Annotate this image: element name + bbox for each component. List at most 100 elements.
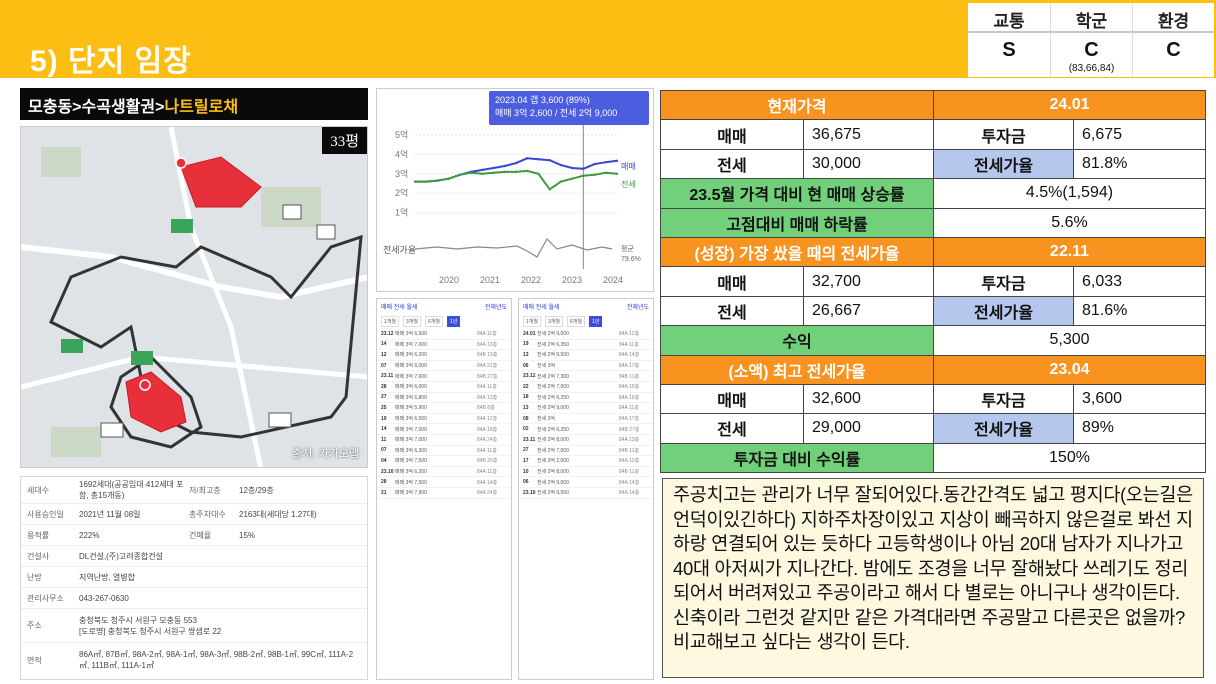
growth-jeonse-value: 26,667 (803, 295, 934, 327)
period-tab[interactable]: 3개월 (544, 316, 563, 327)
period-tab-active[interactable]: 1년 (446, 316, 461, 327)
list-title[interactable]: 매매 전세 월세 (523, 302, 559, 311)
transaction-row[interactable]: 14 매매 3억 7,000 84A 13층 (377, 340, 511, 351)
tooltip-line-gap: 2023.04 갭 3,600 (89%) (495, 95, 590, 105)
transaction-row[interactable]: 18 전세 2억 6,250 84A 15층 (519, 393, 653, 404)
transaction-row[interactable]: 17 전세 3억 2,000 84A 12층 (519, 456, 653, 467)
legend-sale: 매매 (621, 162, 636, 171)
transaction-row[interactable]: 23.11 전세 2억 8,000 84A 13층 (519, 435, 653, 446)
drop-label: 고점대비 매매 하락률 (660, 207, 934, 238)
transaction-unit: 84A 11층 (477, 447, 497, 454)
info-row: 주소 충청북도 청주시 서원구 모충동 553 [도로명] 충청북도 청주시 서… (21, 609, 367, 644)
transaction-row[interactable]: 19 매매 3억 6,500 84A 12층 (377, 414, 511, 425)
transaction-row[interactable]: 10 전세 2억 8,000 84B 11층 (519, 467, 653, 478)
transaction-date: 07 (381, 447, 387, 454)
transaction-row[interactable]: 12 매매 3억 6,200 84B 15층 (377, 350, 511, 361)
transaction-row[interactable]: 11 매매 3억 7,000 84A 24층 (377, 435, 511, 446)
period-tab[interactable]: 1개월 (381, 316, 399, 327)
transaction-unit: 84A 13층 (477, 394, 498, 401)
y-tick-label: 4억 (395, 148, 408, 159)
transaction-price: 전세 2억 8,000 (537, 469, 569, 476)
site-map[interactable]: 33평 출처: 카카오맵 (20, 126, 368, 468)
transaction-date: 27 (381, 394, 387, 401)
transaction-date: 13 (523, 351, 529, 358)
list-header: 매매 전세 월세 전체년도 (519, 299, 653, 314)
invest-value: 6,675 (1073, 119, 1206, 150)
jeonse-point (570, 177, 574, 180)
jeonse-label: 전세 (660, 295, 804, 327)
profit-label: 수익 (660, 325, 934, 356)
transaction-row[interactable]: 23.12 매매 3억 6,500 84A 11층 (377, 329, 511, 340)
transaction-row[interactable]: 06 전세 2억 9,000 84A 14층 (519, 477, 653, 488)
transaction-row[interactable]: 27 전세 2억 7,000 84B 11층 (519, 446, 653, 457)
transaction-row[interactable]: 02 전세 2억 6,250 84B 27층 (519, 424, 653, 435)
jeonse-point (615, 172, 619, 175)
transaction-date: 17 (523, 457, 529, 464)
info-value: 1692세대(공공임대 412세대 포함, 총15개동) (79, 480, 184, 501)
transaction-date: 12 (381, 351, 387, 358)
transaction-unit: 84A 13층 (619, 437, 640, 444)
transaction-date: 19 (523, 341, 529, 348)
period-tab[interactable]: 1개월 (523, 316, 541, 327)
transaction-row[interactable]: 04 매매 3억 7,500 84B 26층 (377, 456, 511, 467)
price-chart[interactable]: 5억 4억 3억 2억 1억 2020 2021 2022 2023 2024 전세가율 매매 … (376, 88, 654, 292)
list-sort[interactable]: 전체년도 (627, 302, 649, 311)
list-title[interactable]: 매매 전세 월세 (381, 302, 417, 311)
info-row: 건설사 DL건설,(주)고려종합건설 (21, 546, 367, 568)
profit-value: 5,300 (933, 325, 1206, 356)
jeonse-point (469, 171, 473, 175)
transaction-unit: 84B 27층 (477, 373, 498, 380)
period-tab[interactable]: 3개월 (402, 316, 421, 327)
transaction-date: 23.10 (381, 468, 394, 475)
info-key: 건설사 (27, 551, 50, 561)
jeonse-point (413, 180, 417, 183)
transaction-row[interactable]: 22 전세 2억 7,000 84A 15층 (519, 382, 653, 393)
transaction-row[interactable]: 21 매매 3억 7,900 84A 24층 (377, 488, 511, 499)
transaction-row[interactable]: 07 매매 3억 6,300 84A 11층 (377, 446, 511, 457)
info-value: DL건설,(주)고려종합건설 (79, 551, 164, 561)
info-value[interactable]: 043-267-0630 (79, 593, 367, 604)
transaction-row[interactable]: 07 매매 3억 6,000 84A 21층 (377, 361, 511, 372)
transaction-row[interactable]: 14 매매 3억 7,000 84A 19층 (377, 424, 511, 435)
transaction-date: 13 (523, 404, 529, 411)
transaction-row[interactable]: 08 전세 3억 84A 17층 (519, 414, 653, 425)
info-row: 난방 지역난방, 열병합 (21, 567, 367, 589)
transaction-row[interactable]: 25 매매 3억 5,900 84B 8층 (377, 403, 511, 414)
transaction-row[interactable]: 23.12 전세 2억 7,300 84B 11층 (519, 371, 653, 382)
list-rows: 24.01 전세 2억 9,000 84A 12층 19 전세 2억 6,350 84A … (519, 329, 653, 499)
period-tab-active[interactable]: 1년 (588, 316, 603, 327)
transaction-row[interactable]: 23.10 매매 3억 6,300 84A 11층 (377, 467, 511, 478)
transaction-row[interactable]: 28 매매 3억 7,500 84A 14층 (377, 477, 511, 488)
transaction-row[interactable]: 13 전세 2억 9,500 84A 14층 (519, 350, 653, 361)
sale-label: 매매 (660, 383, 804, 415)
transaction-row[interactable]: 24.01 전세 2억 9,000 84A 12층 (519, 329, 653, 340)
info-key: 건폐율 (189, 530, 212, 540)
period-tab[interactable]: 6개월 (424, 316, 443, 327)
consume-date: 23.04 (933, 354, 1206, 385)
jeonse-transaction-list[interactable]: 매매 전세 월세 전체년도 1개월 3개월 6개월 1년 24.01 전세 2억 … (518, 298, 654, 680)
y-tick-label: 3억 (395, 168, 408, 179)
period-tab[interactable]: 6개월 (566, 316, 585, 327)
transaction-price: 매매 3억 7,900 (395, 490, 427, 497)
transaction-unit: 84A 11층 (619, 405, 639, 412)
sale-transaction-list[interactable]: 매매 전세 월세 전체년도 1개월 3개월 6개월 1년 23.12 매매 3억 … (376, 298, 512, 680)
transaction-row[interactable]: 19 전세 2억 6,350 84A 11층 (519, 340, 653, 351)
roi-value: 150% (933, 442, 1206, 474)
transaction-row[interactable]: 27 매매 3억 6,800 84A 13층 (377, 393, 511, 404)
sale-point (526, 157, 529, 160)
transaction-price: 전세 2억 6,250 (537, 426, 569, 433)
transaction-date: 06 (523, 362, 529, 369)
jeonse-label: 전세 (660, 148, 804, 180)
transaction-date: 28 (381, 383, 387, 390)
transaction-row[interactable]: 06 전세 3억 84A 17층 (519, 361, 653, 372)
transaction-row[interactable]: 13 전세 2억 9,000 84A 11층 (519, 403, 653, 414)
transaction-row[interactable]: 28 매매 3억 6,000 84A 11층 (377, 382, 511, 393)
info-key: 저/최고층 (189, 485, 221, 495)
transaction-row[interactable]: 23.11 매매 3억 7,600 84B 27층 (377, 371, 511, 382)
breadcrumb-current: 나트릴로채 (164, 99, 239, 116)
transaction-row[interactable]: 23.10 전세 2억 9,500 84A 14층 (519, 488, 653, 499)
transaction-price: 전세 3억 (537, 416, 555, 423)
list-sort[interactable]: 전체년도 (485, 302, 507, 311)
page-header: 5) 단지 임장 교통 학군 환경 S C (83,66,84) C (0, 0, 1216, 78)
map-credit: 출처: 카카오맵 (292, 448, 359, 460)
